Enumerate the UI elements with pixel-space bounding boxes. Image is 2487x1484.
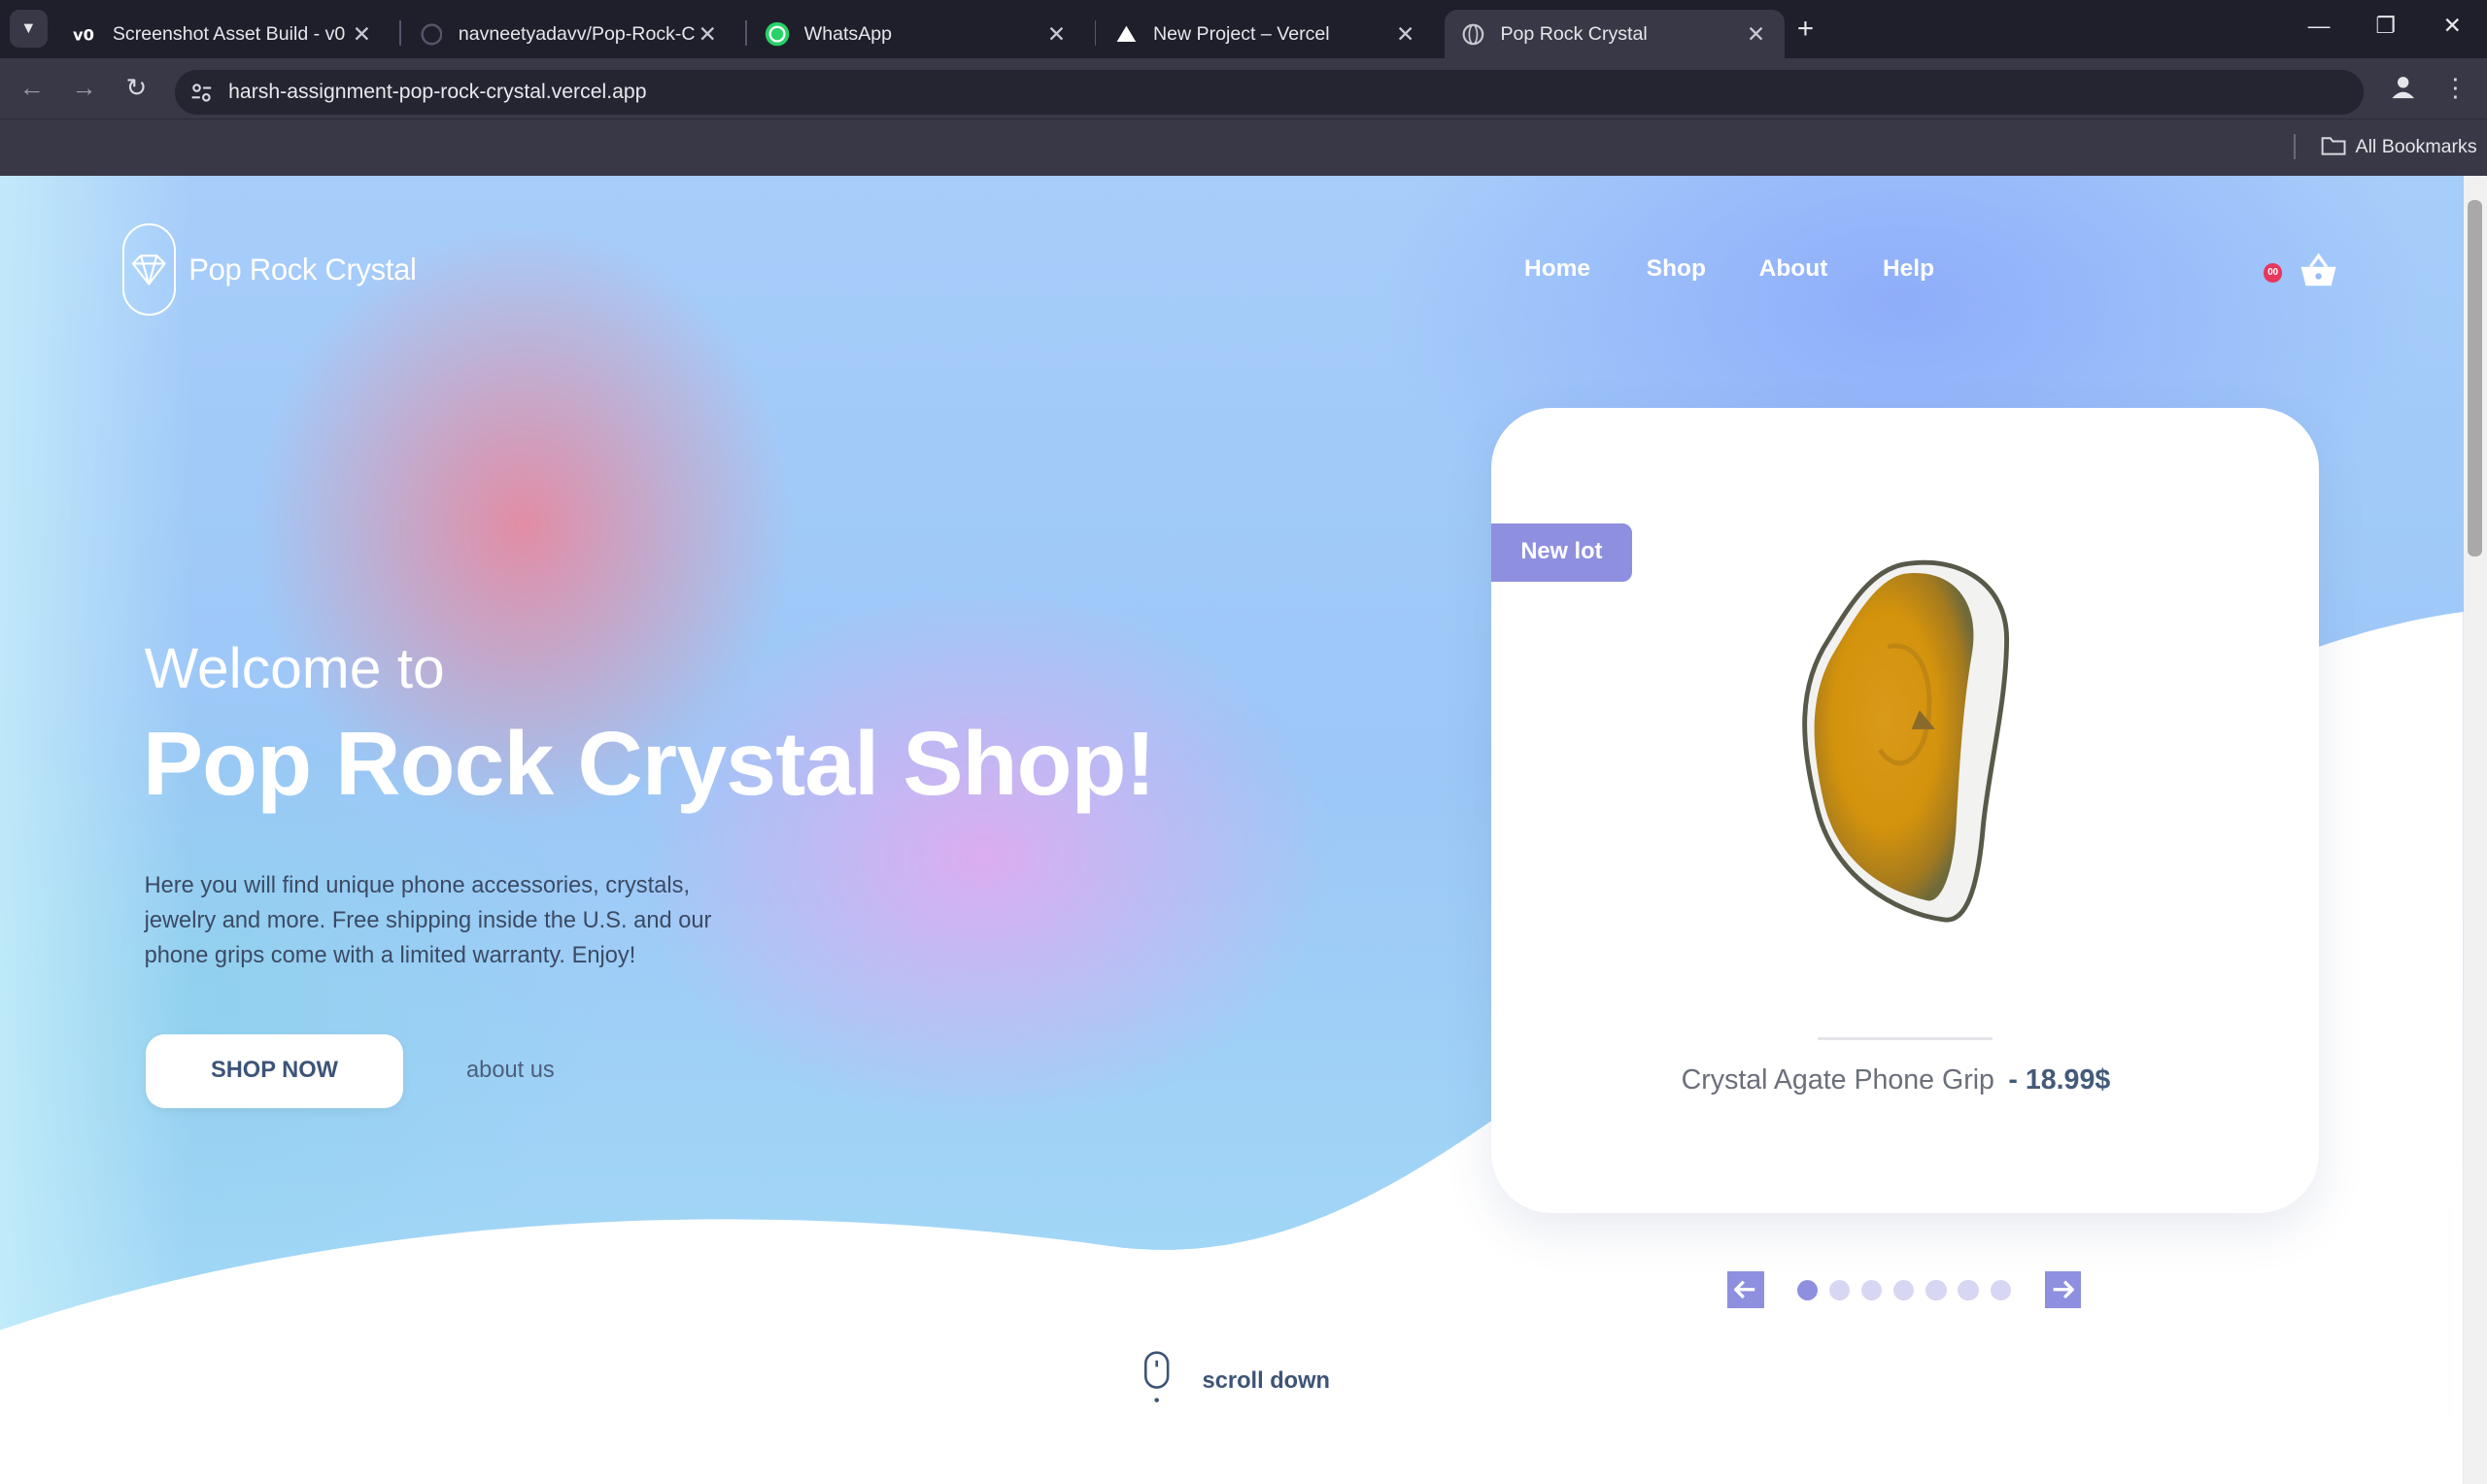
bookmarks-divider — [2293, 134, 2296, 160]
carousel-dot[interactable] — [1925, 1279, 1947, 1300]
nav-about[interactable]: About — [1759, 255, 1828, 283]
globe-icon — [1461, 21, 1486, 47]
carousel-dot[interactable] — [1958, 1279, 1979, 1300]
svg-text:v0: v0 — [73, 26, 94, 44]
mouse-icon — [1142, 1351, 1171, 1412]
nav-shop[interactable]: Shop — [1647, 255, 1706, 283]
new-lot-badge: New lot — [1490, 523, 1633, 583]
tab-pop-rock-crystal[interactable]: Pop Rock Crystal ✕ — [1445, 9, 1785, 59]
minimize-icon[interactable]: — — [2303, 13, 2335, 39]
tab-title: WhatsApp — [803, 22, 893, 45]
tab-divider — [745, 20, 747, 47]
tab-divider — [399, 20, 402, 47]
scroll-down-label: scroll down — [1202, 1367, 1330, 1394]
tab-github[interactable]: navneetyadavv/Pop-Rock-Cryst ✕ — [403, 10, 736, 59]
all-bookmarks-button[interactable]: All Bookmarks — [2321, 132, 2477, 162]
site-logo[interactable]: Pop Rock Crystal — [121, 223, 417, 316]
back-arrow-icon[interactable]: ← — [16, 73, 48, 103]
product-price: - 18.99$ — [2008, 1063, 2111, 1096]
agate-phone-grip-image[interactable] — [1785, 552, 2030, 939]
tab-divider — [1094, 20, 1097, 47]
tab-title: navneetyadavv/Pop-Rock-Cryst — [458, 22, 696, 45]
tab-title: Screenshot Asset Build - v0 by V — [112, 22, 349, 45]
whatsapp-icon — [765, 21, 790, 47]
close-icon[interactable]: ✕ — [1043, 21, 1069, 48]
tab-title: Pop Rock Crystal — [1500, 22, 1648, 45]
card-divider — [1818, 1036, 1993, 1041]
carousel-dot[interactable] — [1990, 1279, 2011, 1300]
all-bookmarks-label: All Bookmarks — [2355, 136, 2477, 158]
address-bar[interactable]: harsh-assignment-pop-rock-crystal.vercel… — [174, 69, 2364, 115]
arrow-right-icon — [2053, 1280, 2074, 1299]
carousel-prev-button[interactable] — [1727, 1271, 1764, 1308]
url-text: harsh-assignment-pop-rock-crystal.vercel… — [228, 80, 647, 103]
restore-icon[interactable]: ❐ — [2369, 13, 2402, 39]
cart-basket-icon[interactable] — [2300, 253, 2337, 294]
crystal-logo-icon — [121, 223, 177, 316]
site-info-icon[interactable] — [190, 81, 213, 111]
scrollbar-thumb[interactable] — [2468, 199, 2483, 557]
browser-tab-bar: ▼ v0 Screenshot Asset Build - v0 by V ✕ … — [0, 0, 2487, 59]
close-icon[interactable]: ✕ — [349, 21, 374, 48]
shop-now-button[interactable]: SHOP NOW — [146, 1033, 403, 1109]
close-icon[interactable]: ✕ — [1743, 21, 1768, 48]
folder-icon — [2321, 132, 2346, 162]
tab-title: New Project – Vercel — [1152, 22, 1330, 45]
close-icon[interactable]: ✕ — [695, 21, 720, 48]
v0-icon: v0 — [73, 21, 98, 47]
vercel-icon — [1113, 21, 1139, 47]
new-tab-button[interactable]: + — [1797, 13, 1814, 46]
menu-kebab-icon[interactable]: ⋮ — [2439, 73, 2471, 103]
product-caption: Crystal Agate Phone Grip - 18.99$ — [1682, 1064, 2111, 1096]
forward-arrow-icon[interactable]: → — [68, 73, 100, 103]
bookmarks-bar: All Bookmarks — [0, 118, 2487, 177]
web-page: Pop Rock Crystal Home Shop About Help 00… — [0, 176, 2487, 1484]
cart-count-badge: 00 — [2263, 263, 2283, 283]
tab-whatsapp[interactable]: WhatsApp ✕ — [749, 10, 1085, 59]
tab-search-button[interactable]: ▼ — [9, 9, 48, 48]
tab-v0[interactable]: v0 Screenshot Asset Build - v0 by V ✕ — [57, 10, 391, 59]
tab-vercel[interactable]: New Project – Vercel ✕ — [1098, 10, 1434, 59]
carousel-dots — [1796, 1279, 2023, 1300]
product-name: Crystal Agate Phone Grip — [1681, 1063, 1994, 1096]
hero-headline: Pop Rock Crystal Shop! — [142, 713, 1156, 815]
hero-description: Here you will find unique phone accessor… — [144, 872, 712, 968]
close-icon[interactable]: ✕ — [1393, 21, 1418, 48]
scroll-down-hint[interactable]: scroll down — [1142, 1351, 1330, 1412]
window-close-icon[interactable]: ✕ — [2436, 13, 2469, 39]
nav-home[interactable]: Home — [1524, 255, 1590, 283]
nav-help[interactable]: Help — [1883, 255, 1934, 283]
carousel-dot[interactable] — [1893, 1279, 1915, 1300]
profile-icon[interactable] — [2389, 73, 2417, 101]
github-icon — [419, 21, 444, 47]
logo-text: Pop Rock Crystal — [188, 252, 417, 287]
reload-icon[interactable]: ↻ — [120, 73, 153, 103]
carousel-dot[interactable] — [1796, 1279, 1819, 1300]
arrow-left-icon — [1734, 1280, 1755, 1299]
carousel-dot[interactable] — [1828, 1279, 1851, 1300]
about-us-link[interactable]: about us — [466, 1058, 555, 1084]
carousel-dot[interactable] — [1861, 1279, 1883, 1300]
welcome-text: Welcome to — [144, 636, 445, 700]
carousel-next-button[interactable] — [2044, 1271, 2082, 1308]
